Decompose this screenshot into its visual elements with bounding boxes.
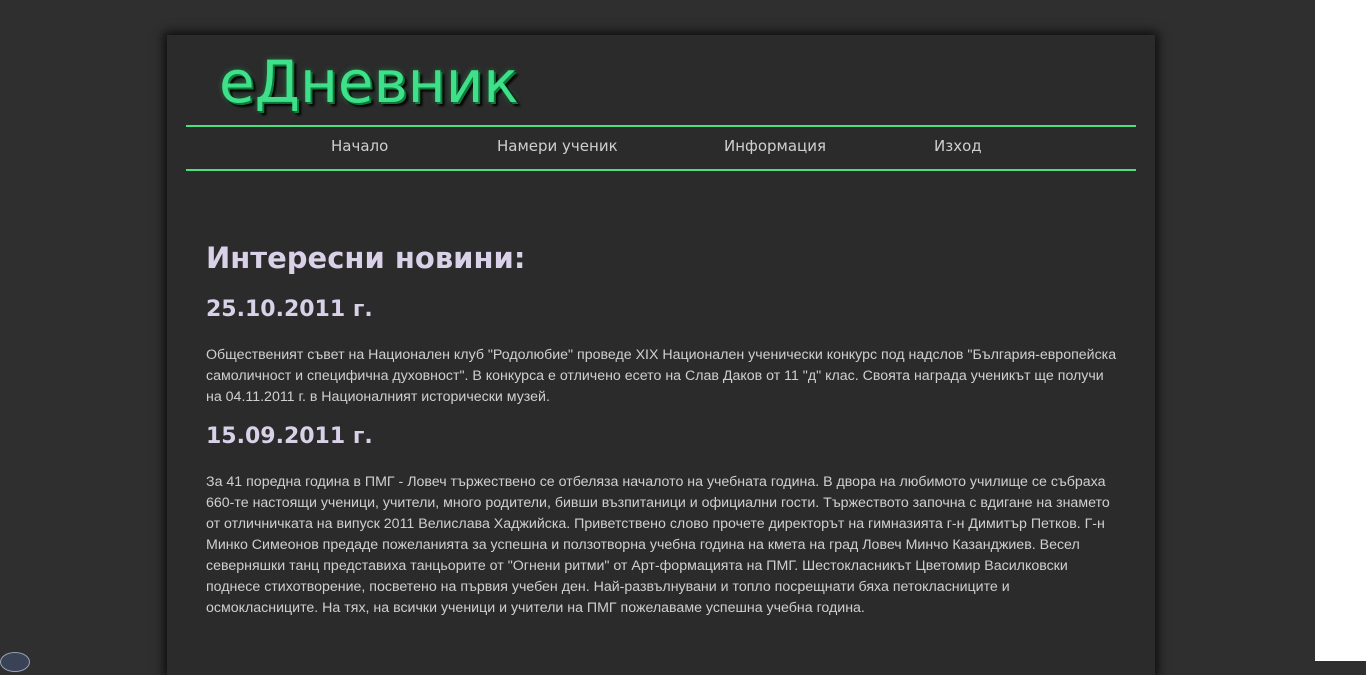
news-text: Общественият съвет на Национален клуб "Р…	[206, 347, 1117, 405]
nav-item-find-student[interactable]: Намери ученик	[497, 137, 618, 155]
news-item: 25.10.2011 г. Общественият съвет на Наци…	[206, 295, 1118, 408]
news-date: 15.09.2011 г.	[206, 424, 373, 449]
taskbar-globe-icon[interactable]	[0, 652, 30, 672]
nav-item-home[interactable]: Начало	[331, 137, 388, 155]
news-date: 25.10.2011 г.	[206, 297, 373, 322]
news-text: За 41 поредна година в ПМГ - Ловеч търже…	[206, 474, 1110, 616]
news-section: Интересни новини: 25.10.2011 г. Обществе…	[206, 235, 1118, 619]
browser-blank-area	[1315, 0, 1366, 661]
nav-item-information[interactable]: Информация	[724, 137, 826, 155]
page-container: еДневник Начало Намери ученик Информация…	[167, 35, 1155, 675]
news-item: 15.09.2011 г. За 41 поредна година в ПМГ…	[206, 422, 1118, 619]
site-logo[interactable]: еДневник	[219, 47, 518, 117]
page-title: Интересни новини:	[206, 241, 526, 275]
nav-item-logout[interactable]: Изход	[934, 137, 982, 155]
main-nav: Начало Намери ученик Информация Изход	[186, 125, 1136, 171]
